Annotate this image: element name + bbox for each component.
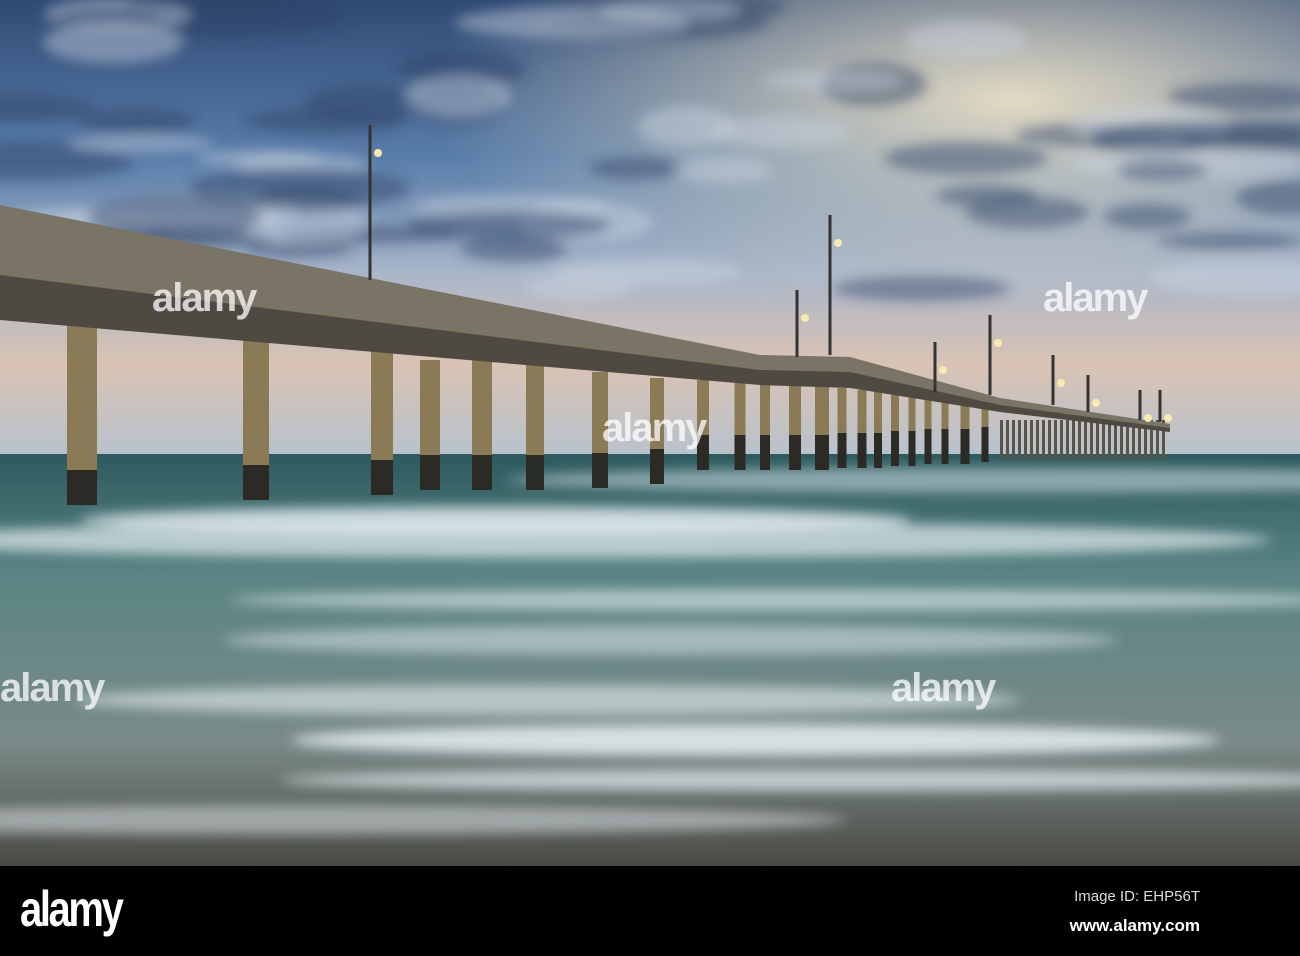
stock-photo: alamy alamy alamy alamy alamy alamy Imag… [0, 0, 1300, 956]
cloud [405, 75, 512, 118]
piling-base [908, 431, 916, 466]
piling-base [760, 435, 770, 470]
cloud [597, 0, 740, 22]
cloud [1156, 231, 1300, 250]
site-url: www.alamy.com [1069, 916, 1200, 935]
piling-base [243, 465, 269, 500]
piling-base [526, 455, 544, 490]
piling-base [67, 470, 97, 505]
piling [1114, 420, 1117, 460]
lamp-light [1057, 379, 1065, 387]
piling-base [815, 435, 829, 470]
piling-base [837, 433, 847, 468]
watermark: alamy [152, 276, 257, 320]
cloud [554, 257, 743, 287]
piling [1036, 420, 1039, 460]
watermark: alamy [602, 406, 707, 450]
piling-base [650, 449, 664, 484]
piling-base [924, 429, 932, 464]
piling [1000, 420, 1003, 460]
piling [1108, 420, 1111, 460]
image-id: Image ID: EHP56T [1074, 888, 1200, 905]
cloud [194, 150, 326, 167]
watermark: alamy [891, 666, 996, 710]
piling [1030, 420, 1033, 460]
cloud [78, 108, 195, 135]
piling-base [420, 455, 440, 490]
piling [1042, 420, 1045, 460]
footer-bar: alamy Image ID: EHP56T www.alamy.com [0, 866, 1300, 956]
piling-base [941, 429, 949, 464]
foam-streak [223, 625, 1118, 655]
lamp-light [939, 366, 947, 374]
cloud [245, 240, 353, 258]
watermark: alamy [1043, 276, 1148, 320]
cloud [588, 156, 687, 180]
lamp-light [834, 239, 842, 247]
foam-streak [74, 684, 1020, 716]
cloud [965, 196, 1090, 229]
piling-base [891, 431, 899, 466]
piling-base [857, 433, 867, 468]
piling [1096, 420, 1099, 460]
piling [1102, 420, 1105, 460]
lamp-light [1144, 414, 1152, 422]
cloud [673, 156, 774, 184]
cloud [832, 275, 1011, 302]
piling-base [981, 427, 989, 462]
piling-base [960, 429, 970, 464]
alamy-logo: alamy [20, 881, 124, 937]
lamp-light [1092, 399, 1100, 407]
piling [1078, 420, 1081, 460]
piling [1084, 420, 1087, 460]
piling-base [592, 453, 608, 488]
cloud [304, 85, 422, 122]
cloud [68, 135, 215, 152]
piling [1060, 420, 1063, 460]
piling-base [874, 433, 882, 468]
cloud [636, 105, 737, 148]
piling [1006, 420, 1009, 460]
cloud [42, 21, 184, 64]
cloud [1103, 203, 1192, 230]
foam-streak [290, 724, 1221, 756]
piling-base [734, 435, 746, 470]
lamp-light [1164, 414, 1172, 422]
cloud [904, 20, 1028, 59]
cloud [459, 236, 569, 262]
lamp-light [801, 314, 809, 322]
cloud [1115, 160, 1210, 181]
piling [1018, 420, 1021, 460]
piling [1090, 420, 1093, 460]
piling [1048, 420, 1051, 460]
piling [1024, 420, 1027, 460]
cloud [406, 210, 612, 241]
cloud [762, 71, 900, 90]
piling-base [472, 455, 492, 490]
lamp-light [374, 149, 382, 157]
piling [1066, 420, 1069, 460]
piling-base [789, 435, 801, 470]
piling-base [371, 460, 393, 495]
lamp-light [994, 339, 1002, 347]
piling [1012, 420, 1015, 460]
watermark: alamy [0, 666, 105, 710]
piling [1054, 420, 1057, 460]
cloud [883, 141, 1049, 175]
piling [1072, 420, 1075, 460]
